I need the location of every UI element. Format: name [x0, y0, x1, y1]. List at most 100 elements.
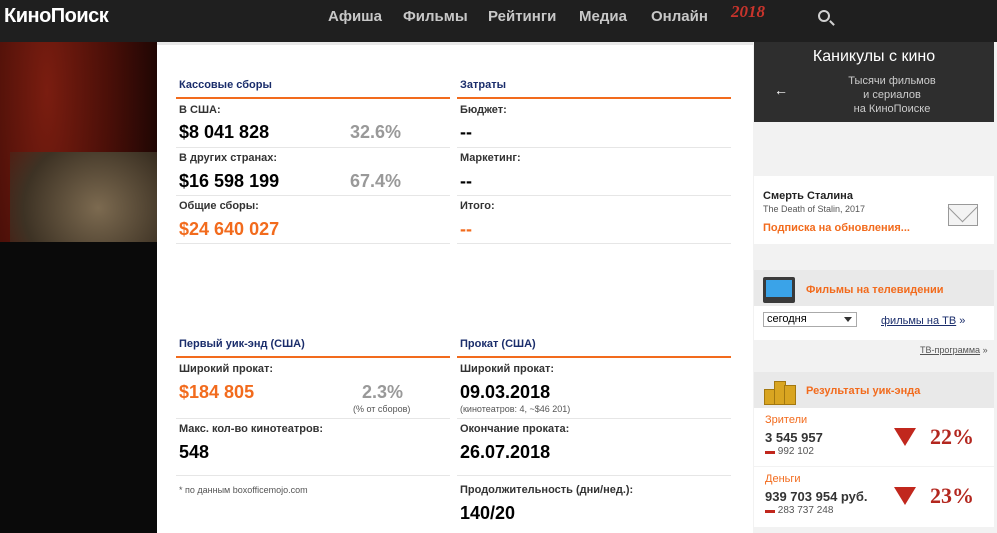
tv-card-title: Фильмы на телевидении — [806, 284, 944, 296]
money-label: Деньги — [765, 473, 801, 485]
first-weekend-percent-note: (% от сборов) — [353, 404, 411, 414]
usa-label: В США: — [179, 104, 221, 116]
money-value: 939 703 954 руб. — [765, 489, 868, 504]
tv-day-select-value: сегодня — [767, 313, 807, 325]
background-dark-area — [0, 242, 157, 533]
marketing-value: -- — [460, 171, 472, 191]
viewers-delta-value: 992 102 — [777, 446, 814, 457]
budget-label: Бюджет: — [460, 104, 507, 116]
nav-item-ratings[interactable]: Рейтинги — [488, 8, 556, 25]
other-countries-value: $16 598 199 — [179, 171, 280, 191]
other-countries-label: В других странах: — [179, 152, 278, 164]
money-delta: ▬ 283 737 248 — [765, 505, 833, 516]
holiday-banner[interactable]: Каникулы с кино Тысячи фильмов и сериало… — [754, 42, 994, 122]
costs-rule — [457, 97, 731, 99]
tv-day-select[interactable]: сегодня — [763, 312, 857, 327]
weekend-money-row: Деньги 939 703 954 руб. ▬ 283 737 248 23… — [754, 467, 994, 527]
separator — [457, 147, 731, 148]
first-weekend-rule — [176, 356, 450, 358]
banner-subtitle-line-3: на КиноПоиске — [853, 103, 931, 115]
subscribe-link[interactable]: Подписка на обновления... — [763, 222, 910, 234]
box-office-content: Кассовые сборы В США: $8 041 828 32.6% В… — [157, 42, 753, 533]
release-duration-label: Продолжительность (дни/нед.): — [460, 484, 634, 496]
max-theaters-value: 548 — [179, 442, 210, 462]
banner-subtitle: Тысячи фильмов и сериалов на КиноПоиске — [790, 74, 994, 116]
arrow-left-icon[interactable]: ← — [774, 82, 788, 98]
costs-total-value: -- — [460, 219, 472, 239]
separator — [176, 243, 450, 244]
release-wide-value: 09.03.2018 — [460, 382, 551, 402]
money-percent: 23% — [930, 483, 974, 508]
nav-item-afisha[interactable]: Афиша — [328, 8, 382, 25]
first-weekend-percent: 2.3% — [362, 382, 404, 402]
subscribe-card: Смерть Сталина The Death of Stalin, 2017… — [754, 176, 994, 244]
weekend-viewers-row: Зрители 3 545 957 ▬ 992 102 22% — [754, 408, 994, 466]
separator — [457, 475, 731, 476]
subscribe-film-subtitle: The Death of Stalin, 2017 — [763, 204, 866, 214]
envelope-icon[interactable] — [948, 204, 978, 226]
release-wide-label: Широкий прокат: — [460, 363, 555, 375]
tv-card-body: сегодня фильмы на ТВ » — [754, 306, 994, 340]
tv-program-link[interactable]: ТВ-программа — [920, 345, 980, 355]
subscribe-film-title[interactable]: Смерть Сталина — [763, 190, 853, 202]
viewers-value: 3 545 957 — [765, 430, 823, 445]
first-weekend-wide-value: $184 805 — [179, 382, 255, 402]
separator — [176, 195, 450, 196]
separator — [176, 147, 450, 148]
budget-value: -- — [460, 122, 472, 142]
release-wide-note: (кинотеатров: 4, ~$46 201) — [460, 404, 571, 414]
separator — [457, 243, 731, 244]
down-arrow-icon — [894, 487, 916, 505]
release-end-label: Окончание проката: — [460, 423, 570, 435]
separator — [176, 418, 450, 419]
weekend-card-header: Результаты уик-энда — [754, 372, 994, 408]
source-note: * по данным boxofficemojo.com — [179, 485, 308, 495]
banner-title: Каникулы с кино — [812, 48, 936, 65]
nav-item-2018[interactable]: 2018 — [731, 2, 765, 22]
site-logo[interactable]: КиноПоиск — [4, 5, 109, 28]
other-countries-percent: 67.4% — [350, 171, 402, 191]
nav-item-media[interactable]: Медиа — [579, 8, 627, 25]
first-weekend-wide-label: Широкий прокат: — [179, 363, 274, 375]
coins-icon — [764, 377, 796, 405]
separator — [176, 475, 450, 476]
release-duration-value: 140/20 — [460, 503, 516, 523]
release-title: Прокат (США) — [460, 338, 536, 350]
tv-films-link-suffix: » — [959, 315, 966, 327]
viewers-delta: ▬ 992 102 — [765, 446, 814, 457]
separator — [457, 418, 731, 419]
tv-icon — [763, 277, 795, 303]
usa-percent: 32.6% — [350, 122, 402, 142]
minus-icon: ▬ — [765, 446, 775, 457]
weekend-card-title: Результаты уик-энда — [806, 385, 921, 397]
tv-films-link-wrap: фильмы на ТВ » — [881, 315, 965, 327]
tv-program-link-suffix: » — [982, 345, 988, 355]
top-navigation-bar: КиноПоиск Афиша Фильмы Рейтинги Медиа Он… — [0, 0, 997, 42]
search-icon[interactable] — [818, 10, 830, 22]
background-poster-art — [0, 42, 157, 533]
nav-item-films[interactable]: Фильмы — [403, 8, 468, 25]
total-gross-value: $24 640 027 — [179, 219, 280, 239]
money-delta-value: 283 737 248 — [777, 505, 834, 516]
tv-card-header: Фильмы на телевидении — [754, 270, 994, 306]
usa-value: $8 041 828 — [179, 122, 270, 142]
box-office-title: Кассовые сборы — [179, 79, 272, 91]
max-theaters-label: Макс. кол-во кинотеатров: — [179, 423, 324, 435]
marketing-label: Маркетинг: — [460, 152, 521, 164]
viewers-label: Зрители — [765, 414, 808, 426]
tv-program-link-wrap: ТВ-программа » — [920, 345, 988, 355]
total-gross-label: Общие сборы: — [179, 200, 259, 212]
costs-title: Затраты — [460, 79, 507, 91]
tv-films-link[interactable]: фильмы на ТВ — [881, 315, 956, 327]
separator — [457, 195, 731, 196]
coin-stack — [784, 385, 796, 405]
release-rule — [457, 356, 731, 358]
banner-subtitle-line-1: Тысячи фильмов — [848, 75, 936, 87]
minus-icon: ▬ — [765, 505, 775, 516]
banner-subtitle-line-2: и сериалов — [863, 89, 921, 101]
chevron-down-icon — [844, 317, 852, 322]
release-end-value: 26.07.2018 — [460, 442, 551, 462]
box-office-rule — [176, 97, 450, 99]
costs-total-label: Итого: — [460, 200, 495, 212]
nav-item-online[interactable]: Онлайн — [651, 8, 708, 25]
